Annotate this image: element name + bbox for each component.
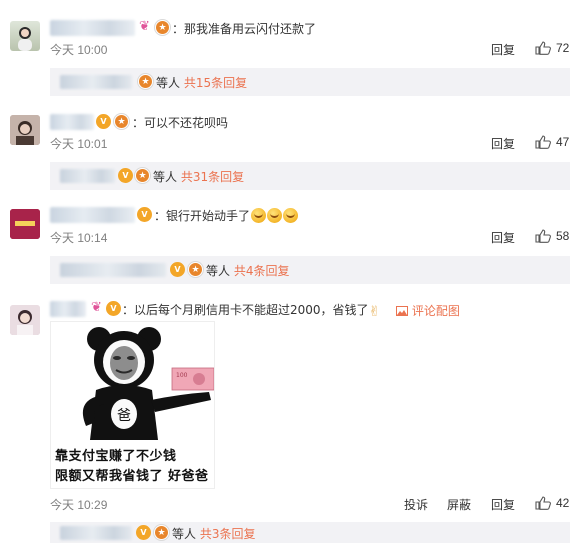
vip-badge-icon: V <box>137 207 152 222</box>
svg-text:100: 100 <box>176 372 188 379</box>
medal-badge-icon: ★ <box>155 20 170 35</box>
comment-text: ：以后每个月刷信用卡不能超过2000，省钱了 <box>122 303 369 317</box>
reply-suffix: 等人 <box>172 527 197 541</box>
comment-4: ❦ V ：以后每个月刷信用卡不能超过2000，省钱了✌ 评论配图 爸 100 靠… <box>0 284 580 543</box>
thumb-up-icon[interactable] <box>535 135 551 149</box>
user-name-blurred[interactable] <box>50 20 135 36</box>
reply-suffix: 等人 <box>153 170 178 184</box>
view-replies-link[interactable]: 共15条回复 <box>184 76 247 90</box>
user-name-blurred[interactable] <box>50 301 86 317</box>
replier-name-blurred <box>60 169 115 183</box>
comment-text: ：可以不还花呗吗 <box>132 116 229 130</box>
reply-suffix: 等人 <box>206 264 231 278</box>
reply-summary[interactable]: V ★ 等人 共31条回复 <box>50 162 570 190</box>
comment-picture-link[interactable]: 评论配图 <box>396 302 460 319</box>
bow-badge-icon: ❦ <box>139 19 150 34</box>
reply-button[interactable]: 回复 <box>491 229 515 246</box>
block-button[interactable]: 屏蔽 <box>447 496 471 513</box>
vip-badge-icon: V <box>118 168 133 183</box>
comment-time: 今天 10:29 <box>50 498 108 512</box>
vip-badge-icon: V <box>136 525 151 540</box>
comment-time: 今天 10:14 <box>50 231 108 245</box>
like-count: 42 <box>556 496 570 510</box>
medal-badge-icon: ★ <box>114 114 129 129</box>
meme-caption-line-1: 靠支付宝赚了不少钱 <box>55 449 177 464</box>
comment-2: V ★ ：可以不还花呗吗 今天 10:01 回复 47 V ★ 等人 共31条回… <box>0 94 580 190</box>
belly-character: 爸 <box>117 408 131 424</box>
medal-badge-icon: ★ <box>135 168 150 183</box>
user-name-blurred[interactable] <box>50 207 135 223</box>
meme-caption-line-2: 限额又帮我省钱了 好爸爸 <box>55 469 209 484</box>
replier-name-blurred <box>60 263 166 277</box>
medal-badge-icon: ★ <box>188 262 203 277</box>
vip-badge-icon: V <box>106 301 121 316</box>
avatar[interactable] <box>10 115 40 145</box>
comment-text: ：那我准备用云闪付还款了 <box>172 22 317 36</box>
view-replies-link[interactable]: 共31条回复 <box>181 170 244 184</box>
avatar[interactable] <box>10 21 40 51</box>
vip-badge-icon: V <box>170 262 185 277</box>
medal-badge-icon: ★ <box>138 74 153 89</box>
reply-summary[interactable]: ★ 等人 共15条回复 <box>50 68 570 96</box>
avatar[interactable] <box>10 209 40 239</box>
reply-suffix: 等人 <box>156 76 181 90</box>
picture-link-label[interactable]: 评论配图 <box>412 304 460 318</box>
view-replies-link[interactable]: 共4条回复 <box>234 264 290 278</box>
like-count: 47 <box>556 135 570 149</box>
reply-summary[interactable]: V ★ 等人 共4条回复 <box>50 256 570 284</box>
grin-emoji-icon <box>283 208 299 223</box>
comment-3: V ：银行开始动手了 今天 10:14 回复 58 V ★ 等人 共4条回复 <box>0 190 580 284</box>
bow-badge-icon: ❦ <box>91 300 102 315</box>
reply-button[interactable]: 回复 <box>491 41 515 58</box>
like-count: 58 <box>556 229 570 243</box>
reply-summary[interactable]: V ★ 等人 共3条回复 <box>50 522 570 543</box>
comment-time: 今天 10:01 <box>50 137 108 151</box>
replier-name-blurred <box>60 75 132 89</box>
image-icon <box>396 306 408 316</box>
reply-button[interactable]: 回复 <box>491 135 515 152</box>
comment-text: ：银行开始动手了 <box>154 209 251 223</box>
thumb-up-icon[interactable] <box>535 41 551 55</box>
avatar[interactable] <box>10 305 40 335</box>
comment-time: 今天 10:00 <box>50 43 108 57</box>
reply-button[interactable]: 回复 <box>491 496 515 513</box>
thumb-up-icon[interactable] <box>535 496 551 510</box>
report-button[interactable]: 投诉 <box>404 496 428 513</box>
replier-name-blurred <box>60 526 132 540</box>
comment-meme-image[interactable]: 爸 100 靠支付宝赚了不少钱 限额又帮我省钱了 好爸爸 <box>50 321 215 489</box>
ok-hand-emoji-icon: ✌ <box>368 304 381 320</box>
grin-emoji-icon <box>251 208 267 223</box>
view-replies-link[interactable]: 共3条回复 <box>200 527 256 541</box>
medal-badge-icon: ★ <box>154 525 169 540</box>
thumb-up-icon[interactable] <box>535 229 551 243</box>
like-count: 72 <box>556 41 570 55</box>
grin-emoji-icon <box>267 208 283 223</box>
comment-1: ❦ ★ ：那我准备用云闪付还款了 今天 10:00 回复 72 ★ 等人 共15… <box>0 0 580 96</box>
panda-meme-illustration: 爸 100 <box>82 327 214 440</box>
vip-badge-icon: V <box>96 114 111 129</box>
user-name-blurred[interactable] <box>50 114 94 130</box>
